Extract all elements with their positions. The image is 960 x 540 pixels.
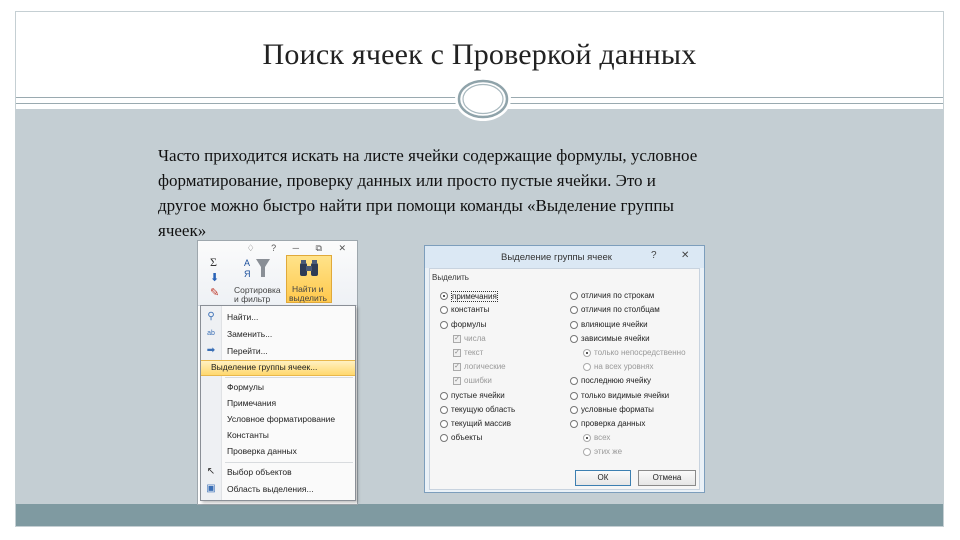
menu-item-conditional-formatting[interactable]: Условное форматирование xyxy=(201,412,355,428)
radio-button[interactable] xyxy=(570,420,578,428)
select-group-label: Выделить xyxy=(432,273,469,282)
radio-button[interactable] xyxy=(583,349,591,357)
radio-button[interactable] xyxy=(440,434,448,442)
slide-body-text: Часто приходится искать на листе ячейки … xyxy=(158,143,818,243)
menu-item-find[interactable]: ⚲ Найти... xyxy=(201,310,355,326)
find-select-menu: ⚲ Найти... ab Заменить... ➡ Перейти... В… xyxy=(200,305,356,501)
oval-ornament xyxy=(455,77,511,121)
menu-item-replace[interactable]: ab Заменить... xyxy=(201,327,355,343)
menu-item-constants[interactable]: Константы xyxy=(201,428,355,444)
sort-filter-icon[interactable]: A Я xyxy=(242,255,272,281)
radio-button[interactable] xyxy=(570,392,578,400)
menu-item-goto-special[interactable]: Выделение группы ячеек... xyxy=(201,360,355,376)
radio-button[interactable] xyxy=(440,321,448,329)
clear-icon[interactable]: ✎ xyxy=(210,286,222,299)
radio-button[interactable] xyxy=(570,335,578,343)
svg-text:Я: Я xyxy=(244,269,251,279)
ribbon-screenshot: ♢ ? ─ ⧉ ✕ Σ ⬇ ✎ A Я Сортировка и фильтр … xyxy=(197,240,358,505)
menu-item-select-objects[interactable]: ↖ Выбор объектов xyxy=(201,465,355,481)
svg-text:A: A xyxy=(244,258,250,268)
autosum-icon[interactable]: Σ xyxy=(210,255,217,270)
binoculars-icon xyxy=(300,260,318,276)
selection-pane-icon: ▣ xyxy=(206,483,216,494)
cancel-button[interactable]: Отмена xyxy=(638,470,696,486)
close-icon[interactable]: ✕ xyxy=(681,250,689,261)
menu-item-selection-pane[interactable]: ▣ Область выделения... xyxy=(201,482,355,498)
dialog-title: Выделение группы ячеек xyxy=(501,252,612,263)
radio-button[interactable] xyxy=(570,321,578,329)
find-select-label-2: выделить xyxy=(289,293,328,303)
checkbox[interactable]: ✓ xyxy=(453,363,461,371)
fill-icon[interactable]: ⬇ xyxy=(210,271,222,284)
radio-button[interactable] xyxy=(440,306,448,314)
radio-button[interactable] xyxy=(583,434,591,442)
menu-item-formulas[interactable]: Формулы xyxy=(201,380,355,396)
radio-button[interactable] xyxy=(570,377,578,385)
slide-title: Поиск ячеек с Проверкой данных xyxy=(262,38,697,71)
menu-separator xyxy=(225,377,353,378)
body-line: Часто приходится искать на листе ячейки … xyxy=(158,146,698,165)
radio-button[interactable] xyxy=(440,420,448,428)
radio-button[interactable] xyxy=(570,306,578,314)
checkbox[interactable]: ✓ xyxy=(453,349,461,357)
menu-item-goto[interactable]: ➡ Перейти... xyxy=(201,344,355,360)
radio-button[interactable] xyxy=(570,292,578,300)
help-icon[interactable]: ? xyxy=(651,250,657,261)
checkbox[interactable]: ✓ xyxy=(453,377,461,385)
menu-item-comments[interactable]: Примечания xyxy=(201,396,355,412)
binoculars-icon: ⚲ xyxy=(207,311,215,322)
radio-button[interactable] xyxy=(440,406,448,414)
radio-button[interactable] xyxy=(583,448,591,456)
ok-button[interactable]: ОК xyxy=(575,470,631,486)
radio-button[interactable] xyxy=(570,406,578,414)
radio-button[interactable] xyxy=(440,292,448,300)
body-line: форматирование, проверку данных или прос… xyxy=(158,171,656,190)
slide-footer-bar xyxy=(16,504,943,526)
ribbon-editing-group: ♢ ? ─ ⧉ ✕ Σ ⬇ ✎ A Я Сортировка и фильтр … xyxy=(198,241,357,306)
find-select-button[interactable]: Найти и выделить xyxy=(286,255,332,303)
radio-button[interactable] xyxy=(583,363,591,371)
body-line: другое можно быстро найти при помощи ком… xyxy=(158,196,674,215)
checkbox[interactable]: ✓ xyxy=(453,335,461,343)
menu-separator xyxy=(225,462,353,463)
window-controls[interactable]: ♢ ? ─ ⧉ ✕ xyxy=(247,243,353,254)
menu-item-data-validation[interactable]: Проверка данных xyxy=(201,444,355,460)
cursor-icon: ↖ xyxy=(206,466,216,477)
sort-filter-label-2[interactable]: и фильтр xyxy=(234,294,270,304)
arrow-right-icon: ➡ xyxy=(206,345,216,356)
replace-icon: ab xyxy=(207,330,215,337)
goto-special-dialog: Выделение группы ячеек ? ✕ Выделить прим… xyxy=(424,245,705,493)
radio-button[interactable] xyxy=(440,392,448,400)
dialog-titlebar: Выделение группы ячеек ? ✕ xyxy=(425,246,704,268)
